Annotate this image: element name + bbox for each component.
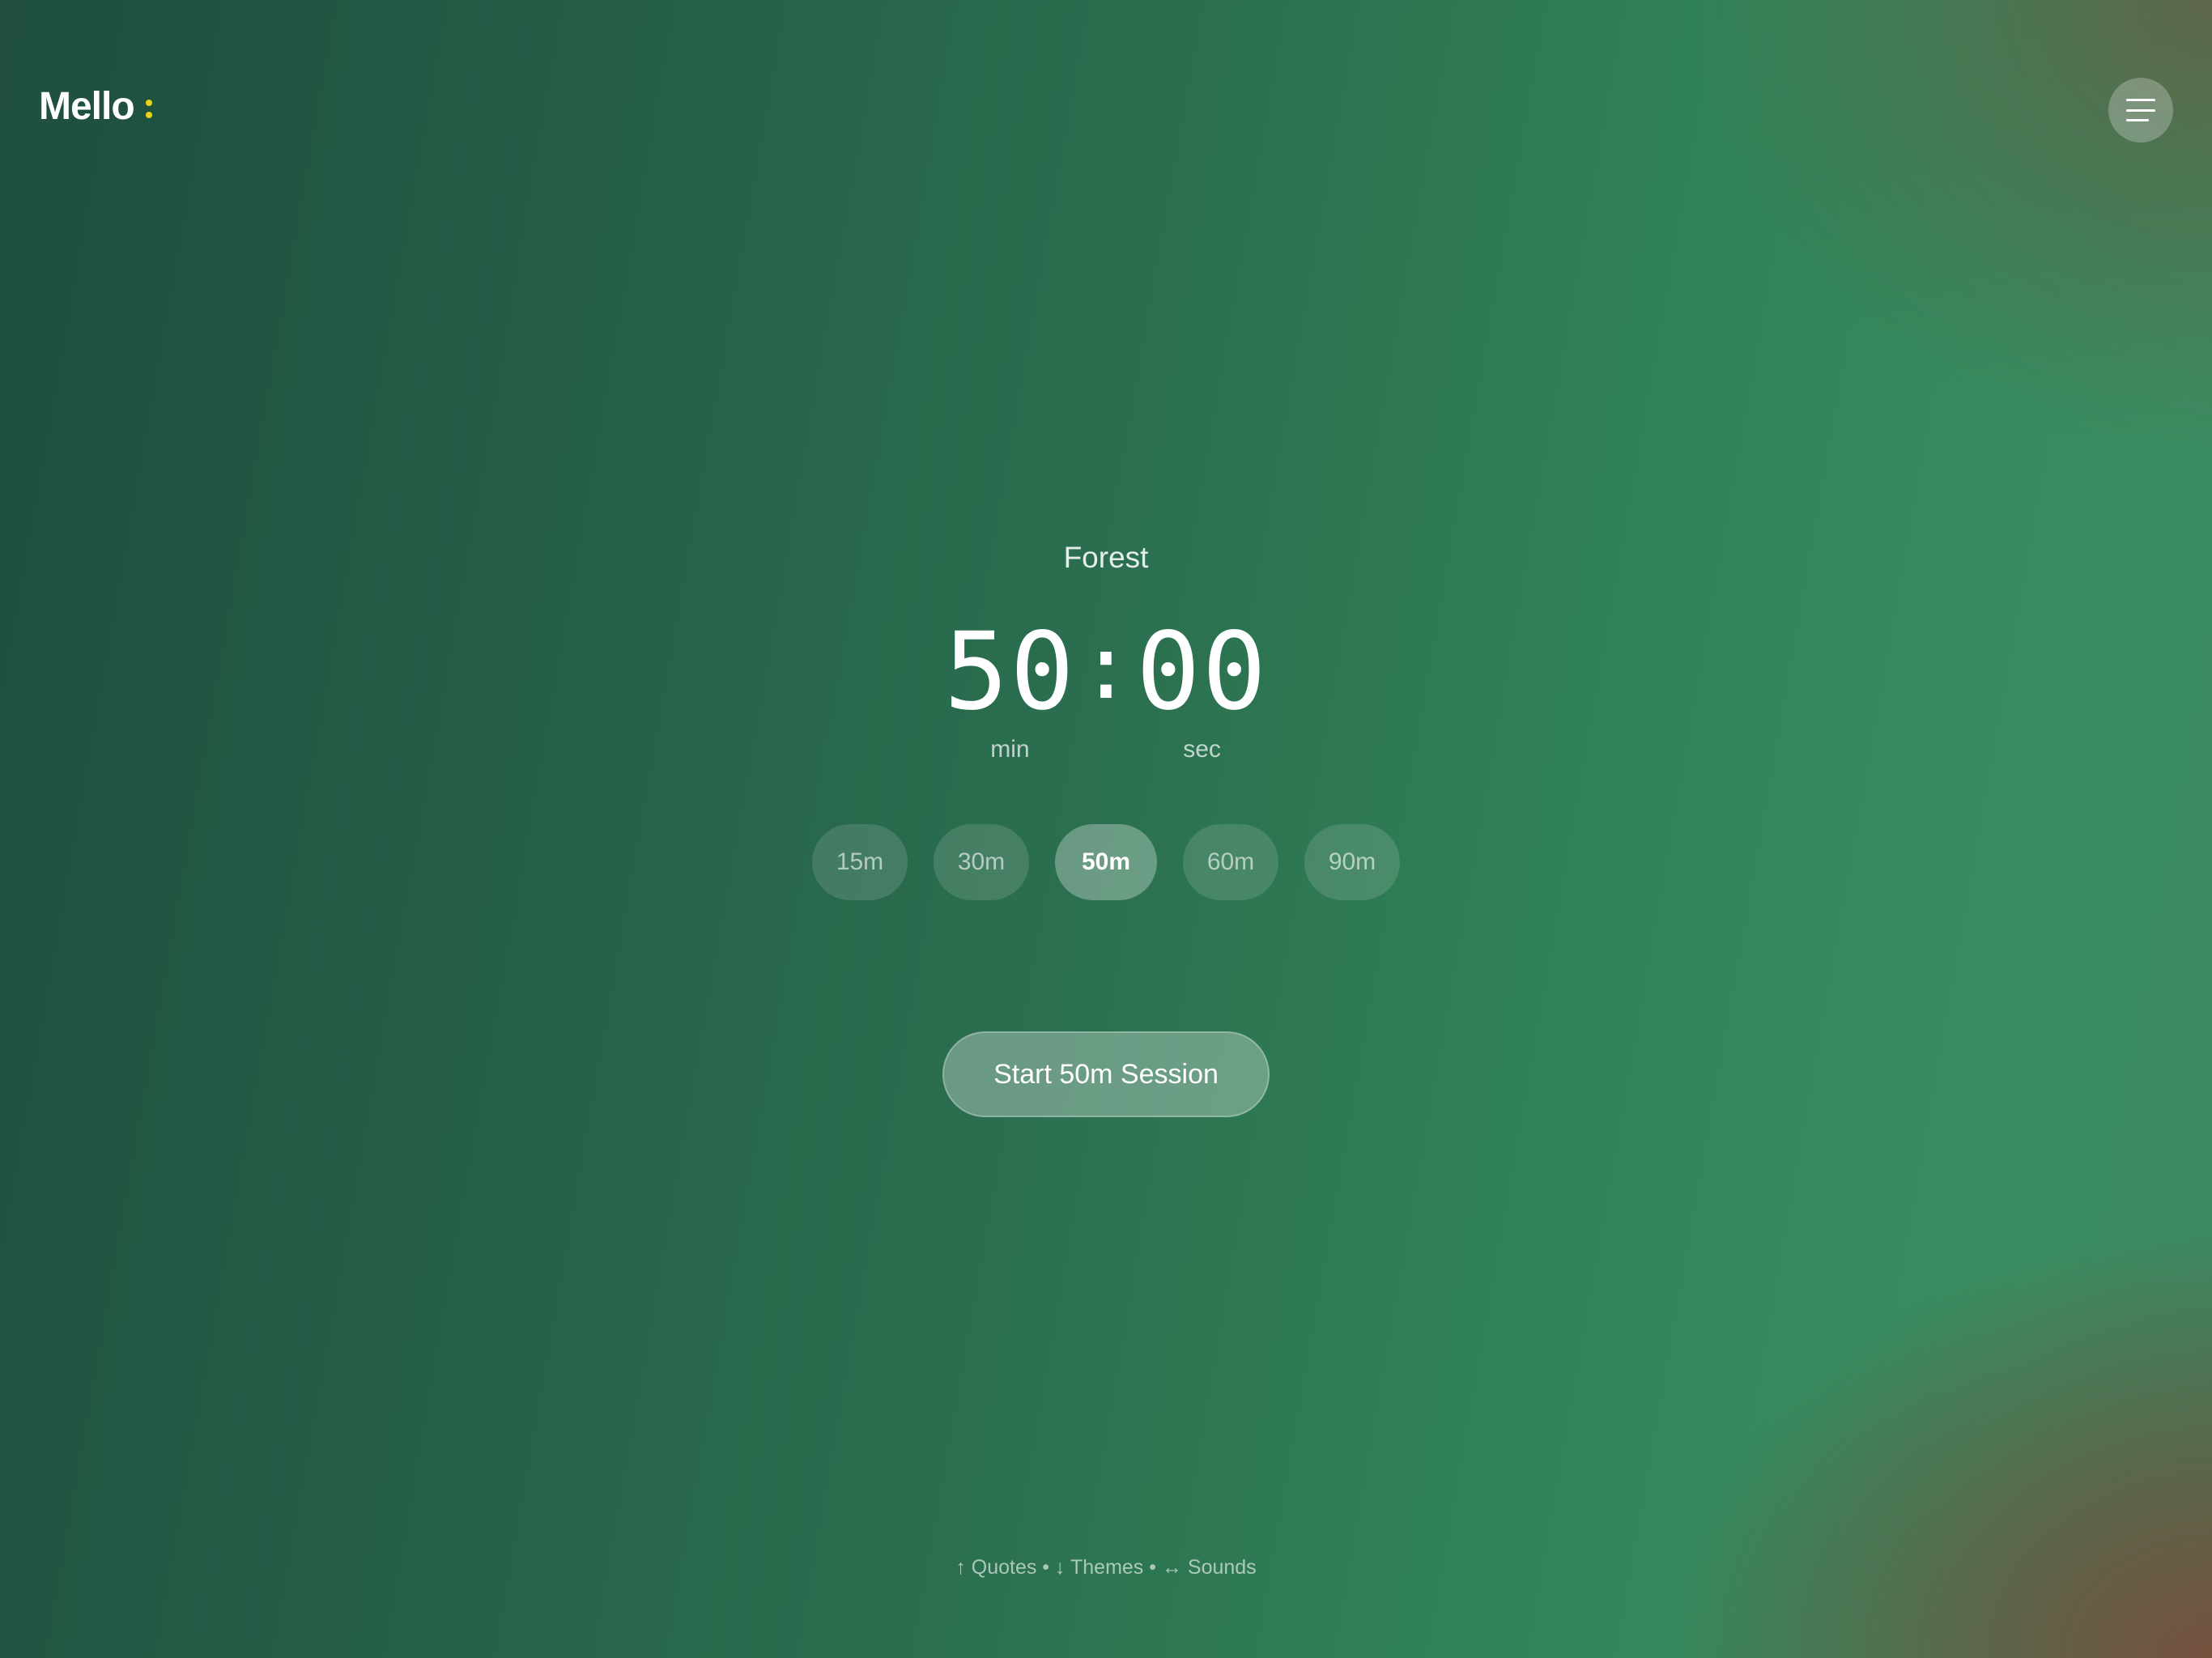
timer-minutes-unit: min: [990, 736, 1030, 763]
duration-pill-50m[interactable]: 50m: [1055, 824, 1157, 900]
hamburger-menu-icon: [2126, 99, 2155, 121]
duration-pill-60m[interactable]: 60m: [1183, 824, 1278, 900]
keyboard-hints: ↑ Quotes • ↓ Themes • ↔ Sounds: [955, 1556, 1257, 1579]
theme-name: Forest: [1063, 541, 1149, 574]
timer-minutes: 50: [943, 610, 1076, 734]
timer-display: 50 min : 00 sec: [0, 611, 2212, 763]
timer-seconds-unit: sec: [1183, 736, 1221, 763]
timer-seconds-group: 00 sec: [1136, 611, 1268, 763]
timer-separator: :: [1078, 615, 1134, 719]
menu-button[interactable]: [2108, 78, 2173, 142]
duration-selector: 15m 30m 50m 60m 90m: [0, 824, 2212, 900]
duration-pill-90m[interactable]: 90m: [1304, 824, 1400, 900]
duration-pill-15m[interactable]: 15m: [812, 824, 908, 900]
timer-minutes-group: 50 min: [944, 611, 1076, 763]
duration-pill-30m[interactable]: 30m: [934, 824, 1029, 900]
start-session-button[interactable]: Start 50m Session: [942, 1031, 1270, 1117]
logo-dots-icon: [145, 100, 152, 118]
timer-seconds: 00: [1136, 610, 1269, 734]
app-name: Mello: [39, 85, 135, 128]
app-logo: Mello: [39, 84, 152, 129]
